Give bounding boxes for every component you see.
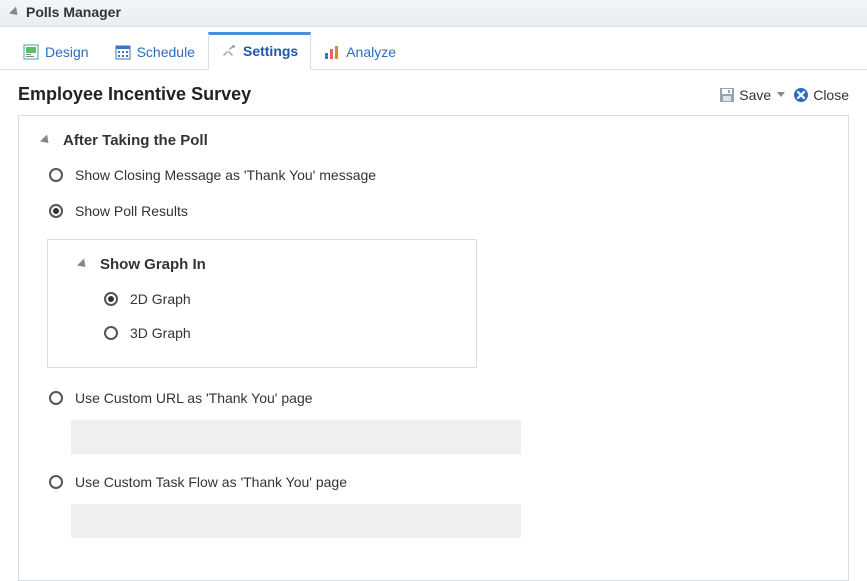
- calendar-icon: [115, 44, 131, 60]
- tab-design[interactable]: Design: [10, 35, 102, 70]
- app-title: Polls Manager: [26, 4, 121, 20]
- tab-label: Schedule: [137, 44, 195, 60]
- section-title: After Taking the Poll: [63, 132, 208, 149]
- collapse-icon: [40, 134, 52, 146]
- radio-icon: [104, 292, 118, 306]
- option-label: Use Custom Task Flow as 'Thank You' page: [75, 474, 347, 490]
- design-icon: [23, 44, 39, 60]
- option-label: 3D Graph: [130, 325, 191, 341]
- radio-icon: [49, 391, 63, 405]
- option-closing-message[interactable]: Show Closing Message as 'Thank You' mess…: [49, 167, 828, 183]
- option-3d-graph[interactable]: 3D Graph: [104, 325, 456, 341]
- tab-label: Analyze: [346, 44, 396, 60]
- section-show-graph-in[interactable]: Show Graph In: [76, 256, 456, 273]
- content-area: Employee Incentive Survey Save Close Aft…: [0, 70, 867, 581]
- dropdown-caret-icon: [777, 92, 785, 97]
- option-label: Show Poll Results: [75, 203, 188, 219]
- section-title: Show Graph In: [100, 256, 206, 273]
- app-header: Polls Manager: [0, 0, 867, 27]
- close-label: Close: [813, 87, 849, 103]
- action-bar: Save Close: [719, 87, 849, 103]
- save-icon: [719, 87, 735, 103]
- radio-icon: [49, 204, 63, 218]
- collapse-icon: [77, 258, 89, 270]
- option-label: 2D Graph: [130, 291, 191, 307]
- save-button[interactable]: Save: [719, 87, 785, 103]
- close-button[interactable]: Close: [793, 87, 849, 103]
- radio-icon: [104, 326, 118, 340]
- tab-label: Design: [45, 44, 89, 60]
- option-label: Show Closing Message as 'Thank You' mess…: [75, 167, 376, 183]
- tab-bar: Design Schedule Settings Analyze: [0, 31, 867, 70]
- chart-icon: [324, 44, 340, 60]
- tab-analyze[interactable]: Analyze: [311, 35, 409, 70]
- content-header: Employee Incentive Survey Save Close: [18, 84, 849, 105]
- tools-icon: [221, 43, 237, 59]
- option-show-results[interactable]: Show Poll Results: [49, 203, 828, 219]
- close-icon: [793, 87, 809, 103]
- radio-icon: [49, 475, 63, 489]
- radio-icon: [49, 168, 63, 182]
- graph-sub-panel: Show Graph In 2D Graph 3D Graph: [47, 239, 477, 368]
- collapse-icon[interactable]: [9, 6, 21, 18]
- option-custom-url[interactable]: Use Custom URL as 'Thank You' page: [49, 390, 828, 406]
- custom-task-flow-input[interactable]: [71, 504, 521, 538]
- option-custom-task-flow[interactable]: Use Custom Task Flow as 'Thank You' page: [49, 474, 828, 490]
- section-after-taking-poll[interactable]: After Taking the Poll: [39, 132, 828, 149]
- option-label: Use Custom URL as 'Thank You' page: [75, 390, 313, 406]
- option-2d-graph[interactable]: 2D Graph: [104, 291, 456, 307]
- tab-schedule[interactable]: Schedule: [102, 35, 208, 70]
- save-label: Save: [739, 87, 771, 103]
- tab-settings[interactable]: Settings: [208, 32, 311, 70]
- custom-url-input[interactable]: [71, 420, 521, 454]
- tab-label: Settings: [243, 43, 298, 59]
- settings-panel: After Taking the Poll Show Closing Messa…: [18, 115, 849, 581]
- page-title: Employee Incentive Survey: [18, 84, 251, 105]
